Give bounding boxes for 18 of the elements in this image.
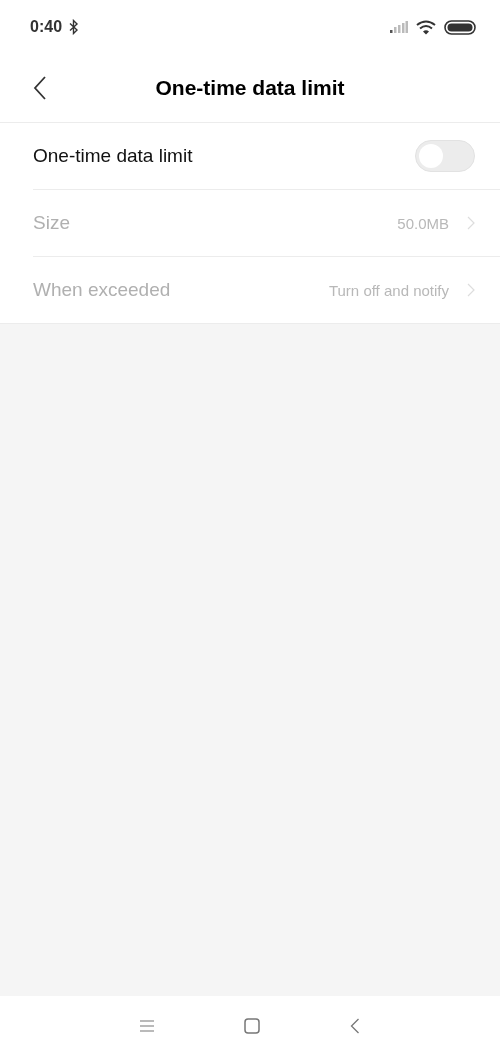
status-time: 0:40 bbox=[30, 18, 63, 36]
bluetooth-icon bbox=[69, 19, 80, 35]
back-icon[interactable] bbox=[33, 76, 47, 100]
setting-label: When exceeded bbox=[33, 279, 171, 301]
setting-label: Size bbox=[33, 212, 70, 234]
setting-value: Turn off and notify bbox=[328, 281, 449, 299]
menu-icon[interactable] bbox=[140, 1020, 154, 1032]
setting-value: 50.0MB bbox=[397, 214, 449, 232]
chevron-icon bbox=[467, 216, 475, 230]
setting-label: One-time data limit bbox=[33, 145, 193, 167]
wifi-icon bbox=[416, 19, 436, 35]
signal-icon bbox=[390, 21, 408, 33]
chevron-icon bbox=[467, 283, 475, 297]
battery-icon bbox=[444, 19, 476, 35]
toggle-switch[interactable] bbox=[415, 140, 475, 172]
page-title: One-time data limit bbox=[155, 76, 345, 100]
setting-row[interactable]: One-time data limit bbox=[33, 123, 500, 190]
home-icon[interactable] bbox=[244, 1018, 260, 1034]
